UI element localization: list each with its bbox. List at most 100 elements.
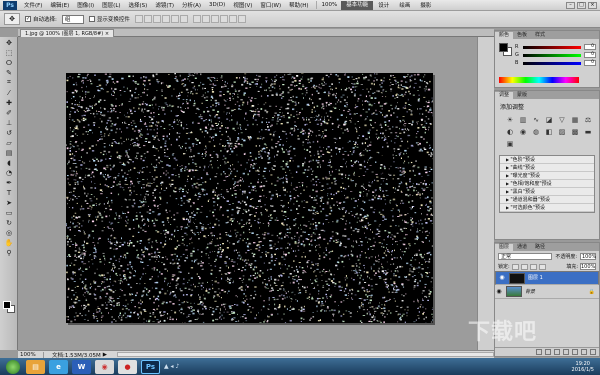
- 3d-orbit-tool-icon[interactable]: ◎: [2, 228, 16, 237]
- workspace-photography-link[interactable]: 摄影: [415, 1, 436, 9]
- tab-styles[interactable]: 样式: [531, 32, 549, 39]
- lasso-tool-icon[interactable]: ⵔ: [2, 58, 16, 67]
- workspace-design-link[interactable]: 设计: [373, 1, 394, 9]
- fill-input[interactable]: 100%: [580, 263, 596, 270]
- adjustment-layer-icon[interactable]: [563, 349, 569, 355]
- maximize-icon[interactable]: □: [577, 1, 586, 9]
- green-value[interactable]: 0: [584, 52, 596, 58]
- brightness-contrast-icon[interactable]: ☀: [505, 116, 515, 125]
- gradient-tool-icon[interactable]: ▤: [2, 148, 16, 157]
- red-slider[interactable]: [523, 45, 581, 49]
- zoom-level[interactable]: 100%: [322, 2, 338, 8]
- preset-levels[interactable]: "色阶"预设: [500, 156, 594, 164]
- lock-transparency-icon[interactable]: [511, 263, 519, 270]
- photo-filter-icon[interactable]: ◉: [518, 128, 528, 137]
- exposure-icon[interactable]: ◪: [544, 116, 554, 125]
- system-clock[interactable]: 19:20 2016/1/5: [572, 361, 594, 373]
- crop-tool-icon[interactable]: ⌗: [2, 78, 16, 87]
- distribute-center-icon[interactable]: [228, 15, 237, 23]
- distribute-bottom-icon[interactable]: [210, 15, 219, 23]
- channel-mixer-icon[interactable]: ◍: [531, 128, 541, 137]
- media-app-icon[interactable]: ◉: [95, 359, 114, 374]
- tab-swatches[interactable]: 色板: [513, 32, 531, 39]
- auto-select-checkbox[interactable]: ✓ 自动选择:: [25, 15, 57, 23]
- color-balance-icon[interactable]: ⚖: [583, 116, 593, 125]
- visibility-eye-icon[interactable]: ◉: [495, 288, 503, 295]
- hue-saturation-icon[interactable]: ▦: [570, 116, 580, 125]
- blur-tool-icon[interactable]: ◖: [2, 158, 16, 167]
- color-spectrum-bar[interactable]: [499, 77, 579, 83]
- tab-masks[interactable]: 蒙版: [513, 92, 531, 99]
- type-tool-icon[interactable]: T: [2, 188, 16, 197]
- tab-paths[interactable]: 路径: [531, 244, 549, 251]
- blue-slider[interactable]: [523, 61, 581, 65]
- selective-color-icon[interactable]: ▣: [505, 140, 515, 149]
- pen-tool-icon[interactable]: ✒: [2, 178, 16, 187]
- tray-icons[interactable]: ▲ ◂ ♪: [164, 363, 179, 370]
- layer-row[interactable]: ◉ 背景 🔒: [495, 285, 599, 299]
- layer-style-icon[interactable]: [545, 349, 551, 355]
- menu-edit[interactable]: 编辑(E): [46, 1, 73, 9]
- eyedropper-tool-icon[interactable]: ⁄: [2, 88, 16, 97]
- align-bottom-icon[interactable]: [152, 15, 161, 23]
- add-mask-icon[interactable]: [554, 349, 560, 355]
- foreground-color-swatch[interactable]: [3, 301, 11, 309]
- levels-icon[interactable]: ▥: [518, 116, 528, 125]
- menu-layer[interactable]: 图层(L): [98, 1, 124, 9]
- tab-adjustments[interactable]: 调整: [495, 92, 514, 99]
- align-right-icon[interactable]: [179, 15, 188, 23]
- visibility-eye-icon[interactable]: ◉: [498, 274, 506, 282]
- green-slider[interactable]: [523, 53, 581, 57]
- move-tool-icon[interactable]: ✥: [2, 38, 16, 47]
- brush-tool-icon[interactable]: ✐: [2, 108, 16, 117]
- start-button[interactable]: [6, 359, 20, 374]
- new-group-icon[interactable]: [572, 349, 578, 355]
- threshold-icon[interactable]: ▩: [570, 128, 580, 137]
- distribute-middle-icon[interactable]: [201, 15, 210, 23]
- preset-hue-saturation[interactable]: "色相/饱和度"预设: [500, 180, 594, 188]
- blend-mode-dropdown[interactable]: 正常: [498, 253, 553, 260]
- tab-color[interactable]: 颜色: [495, 32, 514, 39]
- layer-row[interactable]: ◉ 图层 1: [495, 271, 599, 285]
- preset-exposure[interactable]: "曝光度"预设: [500, 172, 594, 180]
- new-layer-icon[interactable]: [581, 349, 587, 355]
- dodge-tool-icon[interactable]: ◔: [2, 168, 16, 177]
- status-menu-arrow-icon[interactable]: ▶: [103, 352, 107, 358]
- curves-icon[interactable]: ∿: [531, 116, 541, 125]
- eraser-tool-icon[interactable]: ▱: [2, 138, 16, 147]
- move-tool-preset-icon[interactable]: ✥: [4, 13, 20, 25]
- preset-black-white[interactable]: "黑白"预设: [500, 188, 594, 196]
- red-value[interactable]: 0: [584, 44, 596, 50]
- align-middle-icon[interactable]: [143, 15, 152, 23]
- tab-layers[interactable]: 图层: [495, 244, 514, 251]
- lock-position-icon[interactable]: [529, 263, 537, 270]
- tab-channels[interactable]: 通道: [513, 244, 531, 251]
- preset-selective-color[interactable]: "可选颜色"预设: [500, 204, 594, 212]
- file-explorer-icon[interactable]: ▤: [26, 359, 45, 374]
- lock-all-icon[interactable]: [538, 263, 546, 270]
- menu-help[interactable]: 帮助(H): [285, 1, 312, 9]
- align-left-icon[interactable]: [161, 15, 170, 23]
- preset-curves[interactable]: "曲线"预设: [500, 164, 594, 172]
- opacity-input[interactable]: 100%: [580, 253, 596, 260]
- link-layers-icon[interactable]: [536, 349, 542, 355]
- delete-layer-icon[interactable]: [590, 349, 596, 355]
- menu-3d[interactable]: 3D(D): [205, 2, 229, 8]
- minimize-icon[interactable]: –: [566, 1, 575, 9]
- photoshop-taskbar-icon[interactable]: Ps: [141, 359, 160, 374]
- black-white-icon[interactable]: ◐: [505, 128, 515, 137]
- menu-image[interactable]: 图像(I): [73, 1, 98, 9]
- recorder-app-icon[interactable]: ●: [118, 359, 137, 374]
- posterize-icon[interactable]: ▨: [557, 128, 567, 137]
- gradient-map-icon[interactable]: ▬: [583, 128, 593, 137]
- stamp-tool-icon[interactable]: ⊥: [2, 118, 16, 127]
- menu-select[interactable]: 选择(S): [125, 1, 152, 9]
- menu-file[interactable]: 文件(F): [20, 1, 46, 9]
- distribute-top-icon[interactable]: [192, 15, 201, 23]
- align-top-icon[interactable]: [134, 15, 143, 23]
- path-select-tool-icon[interactable]: ➤: [2, 198, 16, 207]
- 3d-rotate-tool-icon[interactable]: ↻: [2, 218, 16, 227]
- horizontal-scrollbar[interactable]: [116, 352, 494, 357]
- browser-icon[interactable]: e: [49, 359, 68, 374]
- menu-view[interactable]: 视图(V): [229, 1, 256, 9]
